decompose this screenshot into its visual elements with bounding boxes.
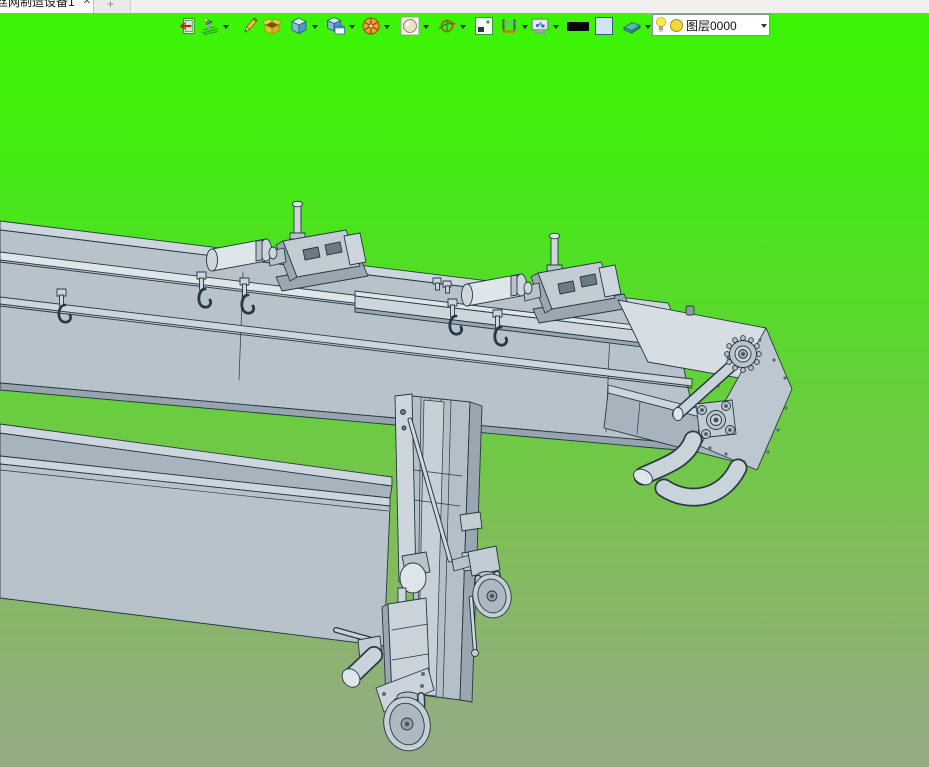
background-color-button[interactable] <box>595 15 613 37</box>
end-drive-assembly[interactable] <box>603 299 793 507</box>
combo-dropdown-arrow[interactable] <box>761 23 767 31</box>
dropdown-arrow[interactable] <box>522 24 528 32</box>
viewport-3d[interactable] <box>0 13 929 767</box>
dropdown-arrow[interactable] <box>223 24 229 32</box>
plus-icon: + <box>107 0 115 11</box>
render-shadow-icon <box>201 18 219 35</box>
display-settings-button[interactable] <box>530 15 559 37</box>
measure-icon <box>502 19 516 33</box>
layer-color-circle <box>670 18 683 32</box>
open-box-button[interactable] <box>262 15 282 37</box>
eraser-wedge-button[interactable] <box>622 15 651 37</box>
new-tab-button[interactable]: + <box>94 0 131 13</box>
orbit-rotate-button[interactable] <box>437 15 466 37</box>
section-view-button[interactable] <box>361 15 390 37</box>
dropdown-arrow[interactable] <box>553 24 559 32</box>
monitor-cubes-icon <box>531 18 549 34</box>
sphere-view-button[interactable] <box>400 15 429 37</box>
cube-window-icon <box>326 17 345 35</box>
bulb-icon <box>656 17 666 32</box>
select-box-icon <box>475 17 493 35</box>
dropdown-arrow[interactable] <box>460 24 466 32</box>
dropdown-arrow[interactable] <box>384 24 390 32</box>
exit-button[interactable] <box>178 15 197 37</box>
model-canvas <box>0 200 793 752</box>
blue-square-swatch <box>595 17 613 35</box>
document-tab-title: 丝网制造设备1 <box>0 0 75 9</box>
open-box-icon <box>262 18 282 35</box>
dropdown-arrow[interactable] <box>645 24 651 32</box>
eraser-wedge-icon <box>623 22 641 34</box>
render-shadow-button[interactable] <box>200 15 229 37</box>
sketch-pencil-button[interactable] <box>240 15 260 37</box>
tab-strip: 丝网制造设备1 ✕ + <box>0 0 929 13</box>
dropdown-arrow[interactable] <box>423 24 429 32</box>
line-color-button[interactable] <box>567 15 589 37</box>
tab-close-icon[interactable]: ✕ <box>83 0 91 7</box>
cad-application-window: 丝网制造设备1 ✕ + 图层0000 <box>0 0 929 767</box>
pencil-icon <box>244 17 258 33</box>
top-knob <box>685 305 695 316</box>
cube-icon <box>291 17 307 35</box>
layer-combo[interactable]: 图层0000 <box>652 14 770 36</box>
lower-trough[interactable] <box>0 423 393 647</box>
bolt-flange[interactable] <box>695 399 737 439</box>
shaded-view-button[interactable] <box>289 15 318 37</box>
exit-icon <box>179 17 195 35</box>
layer-name: 图层0000 <box>686 18 737 33</box>
dropdown-arrow[interactable] <box>349 24 355 32</box>
cube-window-button[interactable] <box>326 15 355 37</box>
orbit-icon <box>438 19 456 33</box>
black-bar-swatch <box>567 21 589 31</box>
sphere-icon <box>400 16 420 36</box>
measure-gauge-button[interactable] <box>499 15 528 37</box>
dropdown-arrow[interactable] <box>312 24 318 32</box>
section-wheel-icon <box>362 17 380 35</box>
document-tab[interactable]: 丝网制造设备1 ✕ <box>0 0 94 13</box>
select-box-button[interactable] <box>474 15 494 37</box>
